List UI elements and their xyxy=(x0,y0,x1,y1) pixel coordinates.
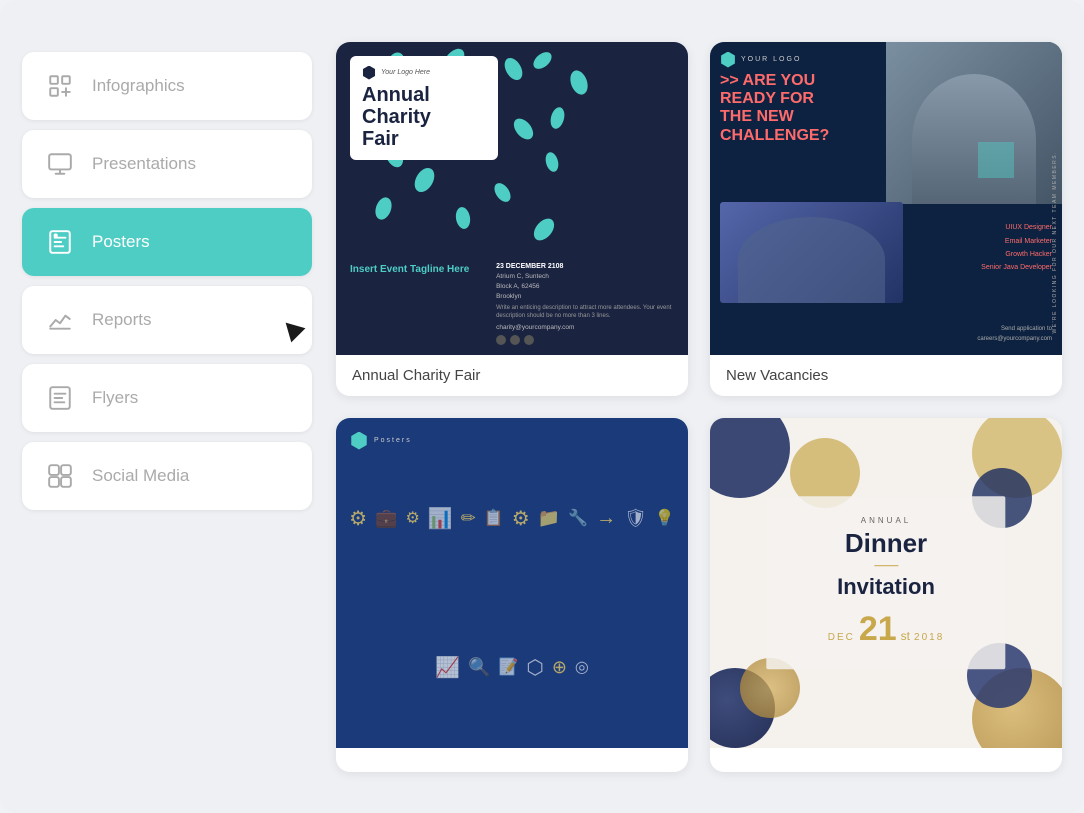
dinner-annual-text: ANNUAL xyxy=(790,516,981,525)
sidebar-item-posters[interactable]: Posters xyxy=(22,208,312,276)
charity-logo-text: Your Logo Here xyxy=(381,69,430,76)
sidebar-item-infographics[interactable]: Infographics xyxy=(22,52,312,120)
vac-roles: UIUX Designer Email Marketer Growth Hack… xyxy=(981,221,1052,274)
posters-icon xyxy=(44,226,76,258)
sidebar-label-infographics: Infographics xyxy=(92,76,185,96)
card-tools-preview: Posters ⚙ 💼 ⚙ 📊 ✏ 📋 ⚙ 📁 🔧 xyxy=(336,418,688,748)
sidebar-item-reports[interactable]: Reports xyxy=(22,286,312,354)
sidebar-label-flyers: Flyers xyxy=(92,388,138,408)
sidebar-item-flyers[interactable]: Flyers xyxy=(22,364,312,432)
card-charity-fair[interactable]: Your Logo Here Annual Charity Fair xyxy=(336,42,688,396)
charity-date: 23 DECEMBER 2108 xyxy=(496,263,674,270)
sidebar-item-social-media[interactable]: Social Media xyxy=(22,442,312,510)
sidebar-label-reports: Reports xyxy=(92,310,152,330)
dinner-title-text: Dinner xyxy=(790,529,981,558)
dinner-date: DEC 21 st 2018 xyxy=(790,610,981,649)
vac-side-text: WE'RE LOOKING FOR OUR NEXT TEAM MEMBERS. xyxy=(1052,151,1058,333)
card-new-vacancies[interactable]: YOUR LOGO >> ARE YOU READY FOR THE NEW C… xyxy=(710,42,1062,396)
sidebar-label-social-media: Social Media xyxy=(92,466,189,486)
charity-desc: Write an enticing description to attract… xyxy=(496,304,674,321)
charity-venue: Atrium C, Suntech Block A, 62456 Brookly… xyxy=(496,272,674,301)
social-media-icon xyxy=(44,460,76,492)
card-dinner-invitation[interactable]: ANNUAL Dinner Invitation DEC 21 st 2018 xyxy=(710,418,1062,772)
charity-title: Annual Charity Fair xyxy=(362,84,486,150)
dinner-content: ANNUAL Dinner Invitation DEC 21 st 2018 xyxy=(766,496,1005,670)
sidebar-item-presentations[interactable]: Presentations xyxy=(22,130,312,198)
card-dinner-preview: ANNUAL Dinner Invitation DEC 21 st 2018 xyxy=(710,418,1062,748)
vac-apply: Send application to careers@yourcompany.… xyxy=(977,325,1052,344)
vac-headline: >> ARE YOU READY FOR THE NEW CHALLENGE? xyxy=(720,72,914,146)
card-vacancies-label: New Vacancies xyxy=(710,355,1062,396)
charity-email: charity@yourcompany.com xyxy=(496,324,674,331)
content-grid: Your Logo Here Annual Charity Fair xyxy=(336,22,1062,792)
card-charity-preview: Your Logo Here Annual Charity Fair xyxy=(336,42,688,355)
infographics-icon xyxy=(44,70,76,102)
tools-icons-container: ⚙ 💼 ⚙ 📊 ✏ 📋 ⚙ 📁 🔧 → 🛡 💡 � xyxy=(336,418,688,748)
sidebar-label-posters: Posters xyxy=(92,232,150,252)
card-charity-label: Annual Charity Fair xyxy=(336,355,688,396)
card-dinner-label xyxy=(710,748,1062,772)
vac-logo-text: YOUR LOGO xyxy=(741,56,801,63)
flyers-icon xyxy=(44,382,76,414)
charity-tagline: Insert Event Tagline Here xyxy=(350,263,486,276)
sidebar: Infographics Presentations xyxy=(22,22,312,792)
card-vacancies-preview: YOUR LOGO >> ARE YOU READY FOR THE NEW C… xyxy=(710,42,1062,355)
reports-icon xyxy=(44,304,76,336)
card-tools-label xyxy=(336,748,688,772)
dinner-invitation-text: Invitation xyxy=(790,574,981,600)
sidebar-label-presentations: Presentations xyxy=(92,154,196,174)
presentations-icon xyxy=(44,148,76,180)
card-tools-poster[interactable]: Posters ⚙ 💼 ⚙ 📊 ✏ 📋 ⚙ 📁 🔧 xyxy=(336,418,688,772)
